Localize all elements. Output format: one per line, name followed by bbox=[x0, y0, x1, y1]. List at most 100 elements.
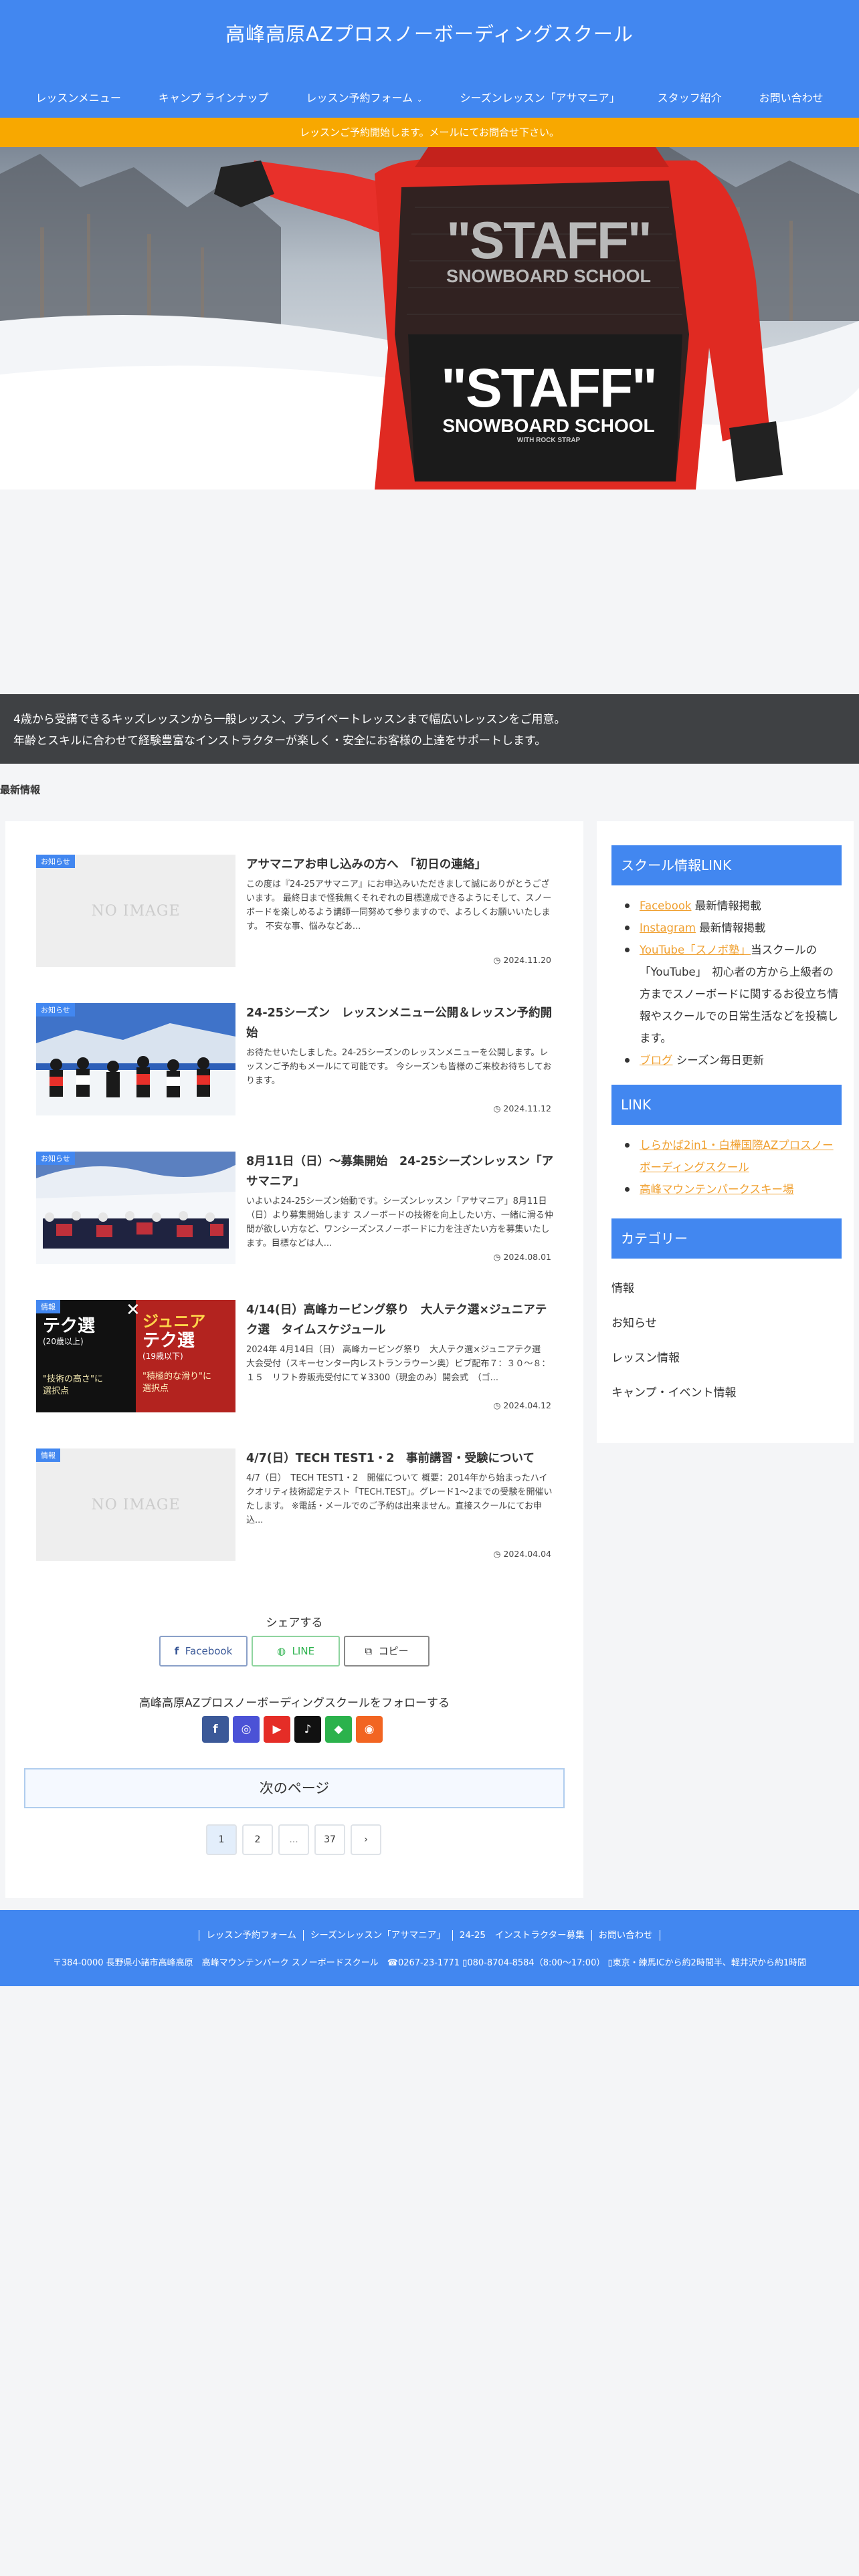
category-camp-event[interactable]: キャンプ・イベント情報 bbox=[611, 1383, 737, 1400]
hero-bib-text: "STAFF" SNOWBOARD SCHOOL bbox=[428, 214, 669, 286]
post-thumbnail: お知らせ bbox=[36, 1152, 235, 1264]
nav-label: スタッフ紹介 bbox=[657, 92, 722, 104]
footer-link-recruit[interactable]: 24-25 インストラクター募集 bbox=[452, 1930, 591, 1941]
link-desc: 当スクールの「YouTube」 初心者の方から上級者の方までスノーボードに関する… bbox=[640, 944, 838, 1045]
latest-label: 最新情報 bbox=[0, 784, 41, 796]
post-title: 4/7(日）TECH TEST1・2 事前講習・受験について bbox=[246, 1452, 535, 1465]
site-footer: レッスン予約フォーム シーズンレッスン「アサマニア」 24-25 インストラクタ… bbox=[0, 1910, 859, 1986]
category-lesson-info[interactable]: レッスン情報 bbox=[611, 1348, 680, 1365]
post-date: ◷ 2024.11.20 bbox=[494, 955, 551, 965]
post-card[interactable]: お知らせ 8月11日（日）～募集開始 24-25シーズンレッスン「アサマニア」 … bbox=[31, 1146, 557, 1277]
share-facebook-button[interactable]: f Facebook bbox=[159, 1636, 248, 1667]
nav-item-reservation-form[interactable]: レッスン予約フォーム ⌄ bbox=[287, 83, 441, 114]
page-ellipsis: ... bbox=[278, 1824, 309, 1855]
footer-link-reservation[interactable]: レッスン予約フォーム bbox=[199, 1930, 303, 1941]
share-copy-button[interactable]: ⧉ コピー bbox=[344, 1636, 430, 1667]
clock-icon: ◷ bbox=[493, 1103, 501, 1113]
post-thumbnail: 情報 テク選 (20歳以上) "技術の高さ"に 選択点 ジュニア テク選 (19… bbox=[36, 1300, 235, 1412]
follow-instagram-icon[interactable]: ◎ bbox=[233, 1716, 260, 1743]
follow-feedly-icon[interactable]: ◆ bbox=[325, 1716, 352, 1743]
post-thumbnail: お知らせ bbox=[36, 1003, 235, 1115]
shirakaba-link[interactable]: しらかば2in1・白樺国際AZプロスノーボーディングスクール bbox=[640, 1139, 834, 1174]
nav-label: レッスン予約フォーム bbox=[306, 92, 413, 104]
post-card[interactable]: 情報 テク選 (20歳以上) "技術の高さ"に 選択点 ジュニア テク選 (19… bbox=[31, 1295, 584, 1426]
list-item: ブログ シーズン毎日更新 bbox=[624, 1049, 842, 1071]
page-37[interactable]: 37 bbox=[314, 1824, 345, 1855]
poster-sub: (20歳以上) bbox=[43, 1337, 84, 1346]
notice-bar[interactable]: レッスンご予約開始します。メールにてお問合せ下さい。 bbox=[0, 118, 859, 147]
sidebar-category-title: カテゴリー bbox=[611, 1218, 842, 1259]
copy-icon: ⧉ bbox=[365, 1645, 373, 1657]
post-snippet: いよいよ24-25シーズン始動です。シーズンレッスン「アサマニア」8月11日（日… bbox=[246, 1196, 553, 1249]
footer-link-contact[interactable]: お問い合わせ bbox=[591, 1930, 660, 1941]
post-thumbnail: お知らせ NO IMAGE bbox=[36, 855, 235, 967]
nav-item-staff[interactable]: スタッフ紹介 bbox=[639, 83, 741, 114]
category-badge: 情報 bbox=[36, 1448, 60, 1462]
category-badge: 情報 bbox=[36, 1300, 60, 1313]
page-1[interactable]: 1 bbox=[206, 1824, 237, 1855]
post-date-text: 2024.04.12 bbox=[503, 1400, 551, 1410]
post-date: ◷ 2024.04.04 bbox=[494, 1549, 551, 1559]
instagram-link[interactable]: Instagram bbox=[640, 922, 696, 934]
post-card[interactable]: お知らせ NO IMAGE アサマニアお申し込みの方へ 「初日の連絡」 この度は… bbox=[31, 849, 557, 980]
hero-image: "STAFF" SNOWBOARD SCHOOL "STAFF" SNOWBOA… bbox=[0, 147, 859, 490]
nav-item-contact[interactable]: お問い合わせ bbox=[741, 83, 842, 114]
link-desc: シーズン毎日更新 bbox=[672, 1054, 764, 1067]
nav-item-lesson-menu[interactable]: レッスンメニュー bbox=[17, 83, 140, 114]
site-title[interactable]: 高峰高原AZプロスノーボーディングスクール bbox=[0, 19, 859, 47]
post-title: 24-25シーズン レッスンメニュー公開＆レッスン予約開始 bbox=[246, 1006, 553, 1040]
share-line-button[interactable]: ◍ LINE bbox=[252, 1636, 340, 1667]
post-date: ◷ 2024.11.12 bbox=[494, 1103, 551, 1113]
nav-item-camp-lineup[interactable]: キャンプ ラインナップ bbox=[140, 83, 288, 114]
youtube-link[interactable]: YouTube「スノボ塾」 bbox=[640, 944, 751, 956]
nav-item-season-lesson[interactable]: シーズンレッスン「アサマニア」 bbox=[441, 83, 638, 114]
post-card[interactable]: お知らせ 24-25シーズン レッスンメニュー公開＆レッスン予約開始 お待たせい… bbox=[31, 998, 557, 1129]
poster-note: "技術の高さ"に 選択点 bbox=[43, 1374, 103, 1396]
intro-text: 4歳から受講できるキッズレッスンから一般レッスン、プライベートレッスンまで幅広い… bbox=[13, 713, 566, 726]
post-snippet: この度は『24-25アサマニア』にお申込みいただきまして誠にありがとうございます… bbox=[246, 879, 552, 932]
poster-title: テク選 bbox=[142, 1331, 195, 1351]
post-date-text: 2024.08.01 bbox=[503, 1252, 551, 1262]
next-page-button[interactable]: 次のページ bbox=[24, 1768, 565, 1808]
list-item: YouTube「スノボ塾」当スクールの「YouTube」 初心者の方から上級者の… bbox=[624, 939, 842, 1049]
post-date: ◷ 2024.04.12 bbox=[494, 1400, 551, 1410]
follow-rss-icon[interactable]: ◉ bbox=[356, 1716, 383, 1743]
footer-nav: レッスン予約フォーム シーズンレッスン「アサマニア」 24-25 インストラクタ… bbox=[0, 1930, 859, 1941]
list-item: Facebook 最新情報掲載 bbox=[624, 895, 842, 917]
link-desc: 最新情報掲載 bbox=[691, 899, 761, 912]
category-badge: お知らせ bbox=[36, 855, 75, 868]
clock-icon: ◷ bbox=[493, 955, 501, 965]
category-info[interactable]: 情報 bbox=[611, 1279, 634, 1295]
facebook-link[interactable]: Facebook bbox=[640, 899, 692, 912]
post-title: 8月11日（日）～募集開始 24-25シーズンレッスン「アサマニア」 bbox=[246, 1155, 554, 1188]
link-list: しらかば2in1・白樺国際AZプロスノーボーディングスクール 高峰マウンテンパー… bbox=[624, 1134, 842, 1200]
group-photo bbox=[36, 1003, 235, 1115]
category-badge: お知らせ bbox=[36, 1152, 75, 1165]
bib-text: WITH ROCK STRAP bbox=[516, 437, 581, 444]
page-next[interactable]: › bbox=[351, 1824, 381, 1855]
post-thumbnail: 情報 NO IMAGE bbox=[36, 1448, 235, 1561]
follow-tiktok-icon[interactable]: ♪ bbox=[294, 1716, 321, 1743]
post-card[interactable]: 情報 NO IMAGE 4/7(日）TECH TEST1・2 事前講習・受験につ… bbox=[31, 1443, 557, 1574]
nav-label: キャンプ ラインナップ bbox=[158, 92, 269, 104]
takamine-mountain-park-link[interactable]: 高峰マウンテンパークスキー場 bbox=[640, 1183, 794, 1196]
nav-label: レッスンメニュー bbox=[35, 92, 121, 104]
post-date-text: 2024.11.12 bbox=[503, 1103, 551, 1113]
share-title: シェアする bbox=[266, 1616, 323, 1630]
follow-facebook-icon[interactable]: f bbox=[202, 1716, 229, 1743]
poster-right: ジュニア テク選 (19歳以下) "積極的な滑り"に 選択点 bbox=[136, 1300, 235, 1412]
poster-sub: (19歳以下) bbox=[142, 1352, 183, 1361]
share-label: LINE bbox=[292, 1645, 315, 1657]
footer-link-season-lesson[interactable]: シーズンレッスン「アサマニア」 bbox=[302, 1930, 452, 1941]
facebook-icon: f bbox=[174, 1645, 179, 1657]
page-2[interactable]: 2 bbox=[242, 1824, 273, 1855]
category-news[interactable]: お知らせ bbox=[611, 1313, 657, 1330]
list-item: しらかば2in1・白樺国際AZプロスノーボーディングスクール bbox=[624, 1134, 842, 1178]
nav-label: お問い合わせ bbox=[759, 92, 824, 104]
blog-link[interactable]: ブログ bbox=[640, 1054, 673, 1067]
bib-text: "STAFF" bbox=[441, 358, 658, 419]
follow-youtube-icon[interactable]: ▶ bbox=[264, 1716, 290, 1743]
no-image-placeholder: NO IMAGE bbox=[36, 855, 235, 967]
post-title: 4/14(日）高峰カービング祭り 大人テク選×ジュニアテク選 タイムスケジュール bbox=[246, 1303, 547, 1337]
list-item: Instagram 最新情報掲載 bbox=[624, 917, 842, 939]
